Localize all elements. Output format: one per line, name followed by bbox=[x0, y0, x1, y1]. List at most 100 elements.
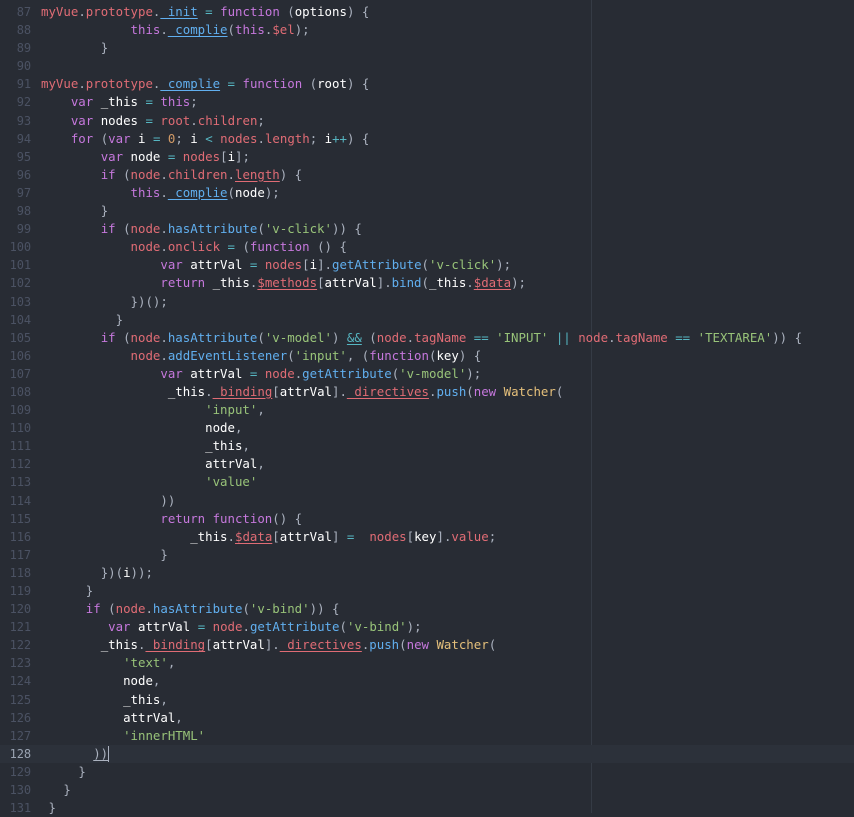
code-line[interactable]: 130 } bbox=[0, 781, 854, 799]
code-token: ( bbox=[421, 257, 430, 273]
code-line[interactable]: 118 })(i)); bbox=[0, 564, 854, 582]
line-number: 106 bbox=[9, 348, 31, 363]
code-line[interactable]: 129 } bbox=[0, 763, 854, 781]
code-token: )) { bbox=[331, 221, 362, 237]
code-line[interactable]: 131 } bbox=[0, 799, 854, 817]
code-line[interactable]: 94 for (var i = 0; i < nodes.length; i++… bbox=[0, 130, 854, 148]
code-line[interactable]: 90 bbox=[0, 57, 854, 75]
code-token: node bbox=[130, 347, 161, 363]
code-token: 'value' bbox=[205, 474, 258, 490]
code-line[interactable]: 105 if (node.hasAttribute('v-model') && … bbox=[0, 329, 854, 347]
code-line[interactable]: 120 if (node.hasAttribute('v-bind')) { bbox=[0, 600, 854, 618]
code-line[interactable]: 125 _this, bbox=[0, 691, 854, 709]
code-line[interactable]: 126 attrVal, bbox=[0, 709, 854, 727]
code-line[interactable]: 92 var _this = this; bbox=[0, 93, 854, 111]
code-token: hasAttribute bbox=[152, 601, 243, 617]
line-number: 98 bbox=[16, 204, 31, 219]
code-line[interactable]: 122 _this._binding[attrVal]._directives.… bbox=[0, 636, 854, 654]
code-line[interactable]: 115 return function() { bbox=[0, 510, 854, 528]
code-line[interactable]: 93 var nodes = root.children; bbox=[0, 112, 854, 130]
code-line[interactable]: 112 attrVal, bbox=[0, 455, 854, 473]
code-line[interactable]: 107 var attrVal = node.getAttribute('v-m… bbox=[0, 365, 854, 383]
code-token: attrVal bbox=[190, 257, 243, 273]
code-token: 'v-click' bbox=[264, 221, 332, 237]
code-line[interactable]: 103 })(); bbox=[0, 293, 854, 311]
code-token: function bbox=[369, 347, 429, 363]
code-editor[interactable]: 87 myVue.prototype._init = function (opti… bbox=[0, 0, 854, 815]
code-token: ( bbox=[242, 601, 250, 617]
code-line[interactable]: 127 'innerHTML' bbox=[0, 727, 854, 745]
code-line[interactable]: 124 node, bbox=[0, 672, 854, 690]
code-line[interactable]: 95 var node = nodes[i]; bbox=[0, 148, 854, 166]
code-line[interactable]: 108 _this._binding[attrVal]._directives.… bbox=[0, 383, 854, 401]
code-line[interactable]: 97 this._complie(node); bbox=[0, 184, 854, 202]
code-token: root bbox=[160, 112, 191, 128]
code-token: ++ bbox=[332, 130, 348, 146]
code-line[interactable]: 123 'text', bbox=[0, 654, 854, 672]
code-line[interactable]: 96 if (node.children.length) { bbox=[0, 166, 854, 184]
code-line[interactable]: 88 this._complie(this.$el); bbox=[0, 21, 854, 39]
code-token: node bbox=[578, 329, 609, 345]
code-token: , bbox=[257, 456, 265, 472]
code-token: getAttribute bbox=[249, 619, 340, 635]
code-token: . bbox=[242, 619, 250, 635]
code-token: _init bbox=[160, 4, 198, 19]
code-line[interactable]: 102 return _this. $methods[attrVal].bind(… bbox=[0, 274, 854, 292]
code-line[interactable]: 110 node, bbox=[0, 419, 854, 437]
code-token: attrVal bbox=[279, 528, 332, 544]
code-token: ( bbox=[361, 329, 377, 345]
code-token: node bbox=[123, 673, 153, 689]
code-token: })(); bbox=[130, 293, 168, 309]
code-lines-container[interactable]: 87 myVue.prototype._init = function (opti… bbox=[0, 0, 854, 817]
code-line[interactable]: 99 if (node.hasAttribute('v-click')) { bbox=[0, 220, 854, 238]
code-token: _this bbox=[190, 528, 228, 544]
code-line[interactable]: 87 myVue.prototype._init = function (opti… bbox=[0, 3, 854, 21]
line-number: 122 bbox=[9, 638, 31, 653]
code-token: if bbox=[85, 601, 101, 617]
line-number: 103 bbox=[9, 294, 31, 309]
code-line[interactable]: 104 } bbox=[0, 311, 854, 329]
code-line[interactable]: 119 } bbox=[0, 582, 854, 600]
text-cursor bbox=[108, 745, 110, 762]
code-token: addEventListener bbox=[167, 347, 288, 363]
code-line[interactable]: 114 )) bbox=[0, 492, 854, 510]
code-line[interactable]: 109 'input', bbox=[0, 401, 854, 419]
code-line[interactable]: 117 } bbox=[0, 546, 854, 564]
code-token: ) { bbox=[279, 166, 303, 182]
code-line[interactable]: 100 node.onclick = (function () { bbox=[0, 238, 854, 256]
code-token: ]. bbox=[436, 528, 452, 544]
line-number: 115 bbox=[9, 511, 31, 526]
code-line-active[interactable]: 128 )) bbox=[0, 744, 854, 763]
code-line[interactable]: 106 node.addEventListener('input', (func… bbox=[0, 347, 854, 365]
code-line[interactable]: 121 var attrVal = node.getAttribute('v-b… bbox=[0, 618, 854, 636]
code-token: node bbox=[115, 601, 146, 617]
code-line[interactable]: 91 myVue.prototype._complie = function (r… bbox=[0, 75, 854, 93]
code-line-text: } bbox=[41, 763, 85, 781]
code-token: } bbox=[100, 40, 109, 56]
code-line[interactable]: 113 'value' bbox=[0, 473, 854, 491]
line-number: 119 bbox=[9, 584, 31, 598]
code-line[interactable]: 89 } bbox=[0, 39, 854, 57]
code-line[interactable]: 116 _this.$data[attrVal] = nodes[key].va… bbox=[0, 528, 854, 546]
code-token: _this bbox=[428, 275, 467, 291]
code-token: ); bbox=[496, 257, 512, 273]
code-line[interactable]: 101 var attrVal = nodes[i].getAttribute(… bbox=[0, 256, 854, 274]
code-line[interactable]: 111 _this, bbox=[0, 437, 854, 455]
code-token: ; bbox=[190, 94, 198, 110]
code-token: . bbox=[160, 239, 168, 255]
code-line[interactable]: 98 } bbox=[0, 202, 854, 220]
line-number: 120 bbox=[9, 602, 31, 617]
